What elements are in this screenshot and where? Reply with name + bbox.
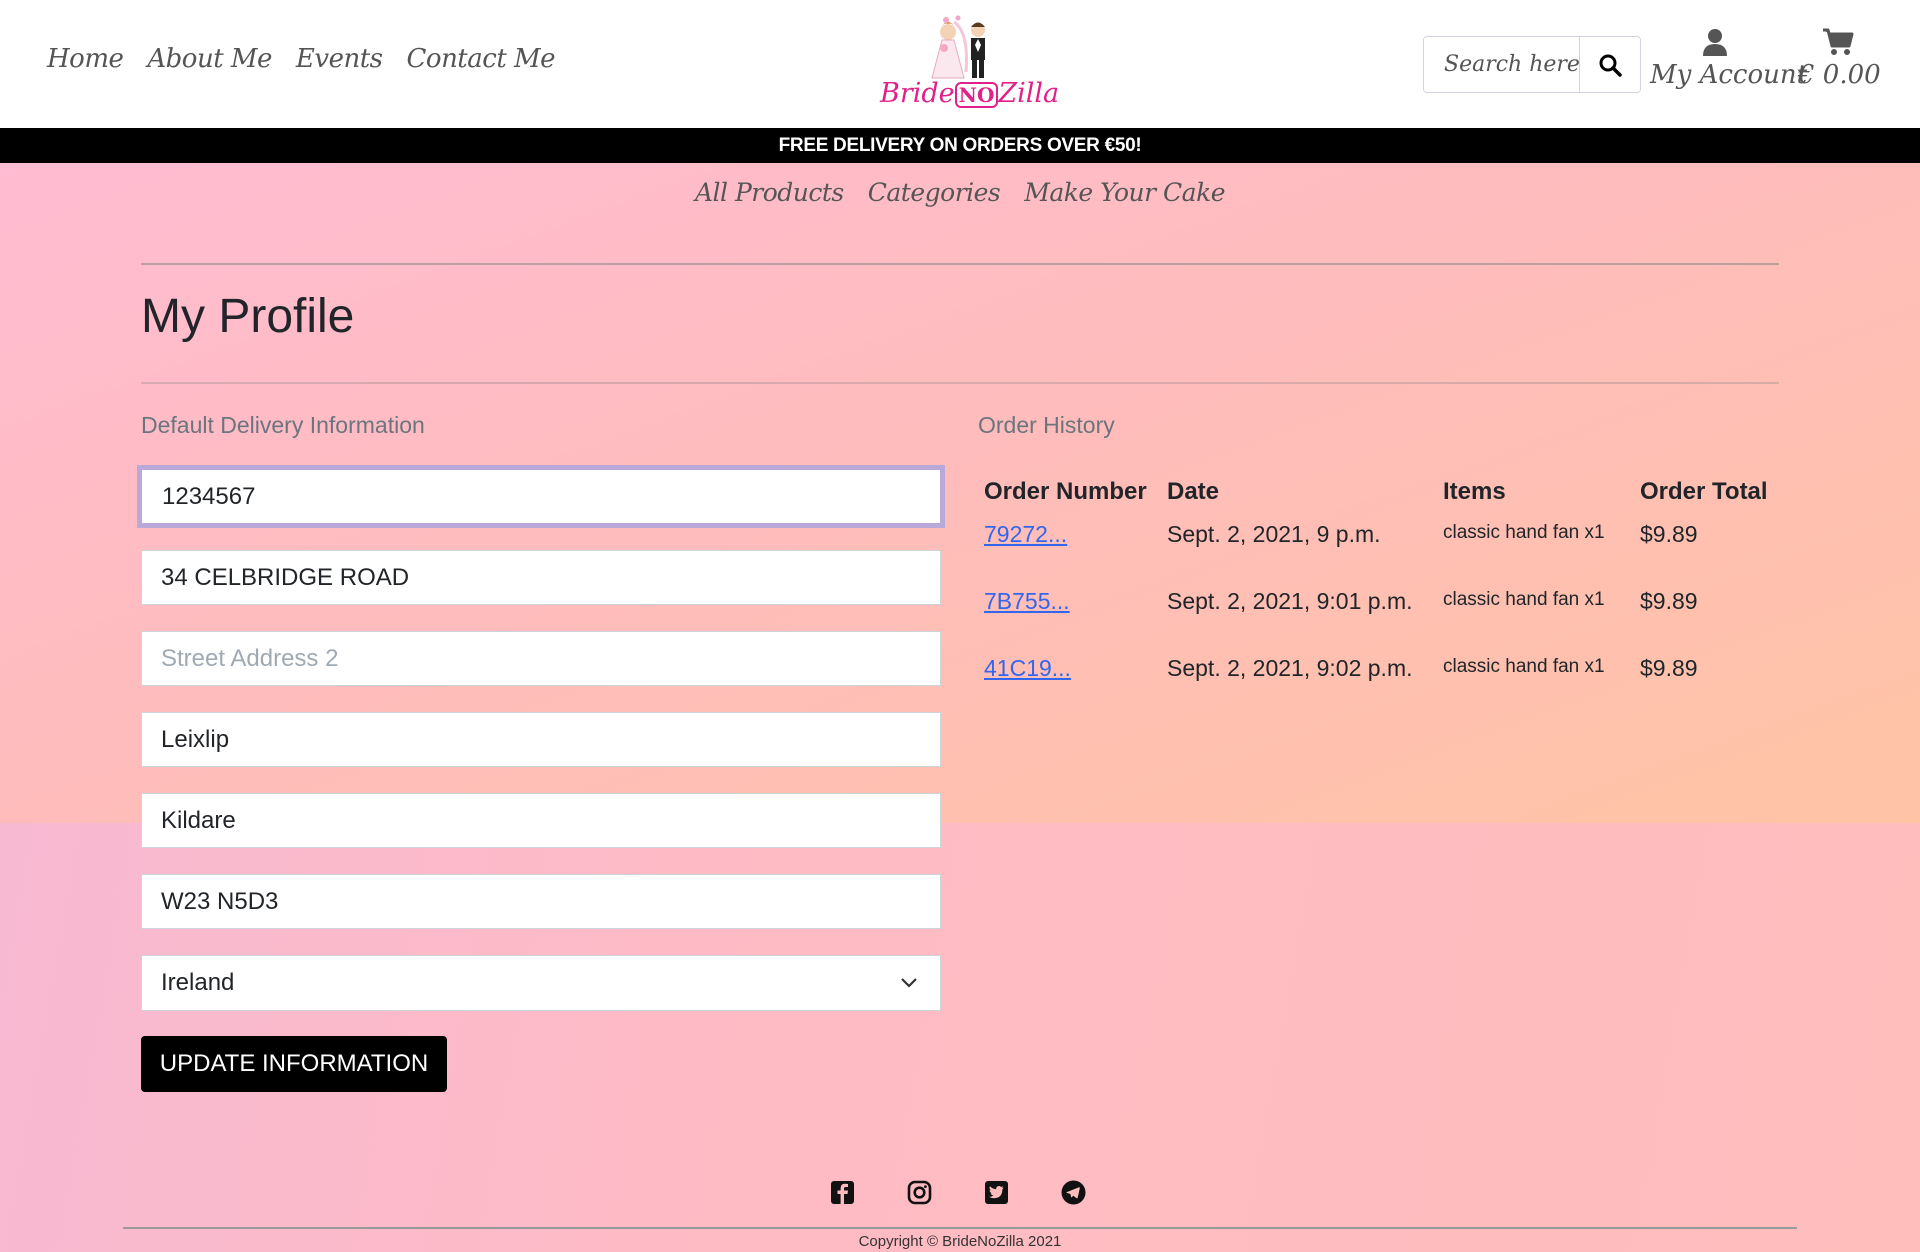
all-products-link[interactable]: All Products [695,178,844,207]
logo-text: Bride NO Zilla [880,78,1060,109]
street-address-2-field[interactable]: Street Address 2 [141,631,941,686]
order-history-table: Order Number Date Items Order Total 7927… [978,470,1774,715]
my-account-label: My Account [1650,60,1808,90]
social-links [830,1180,1086,1205]
column-header-date: Date [1167,478,1220,505]
copyright-text: Copyright © BrideNoZilla 2021 [858,1233,1062,1250]
cart-total: € 0.00 [1798,60,1881,90]
instagram-icon[interactable] [907,1180,932,1205]
nav-about-link[interactable]: About Me [147,44,272,74]
country-select[interactable]: Ireland [141,955,941,1011]
column-header-order-number: Order Number [984,478,1147,505]
main-nav: Home About Me Events Contact Me [47,44,556,74]
town-city-field[interactable]: Leixlip [141,712,941,767]
site-header: Home About Me Events Contact Me Bride NO Z… [0,0,1920,128]
telegram-icon[interactable] [1061,1180,1086,1205]
footer-divider [123,1227,1797,1229]
phone-number-field[interactable]: 1234567 [137,465,945,528]
county-field[interactable]: Kildare [141,793,941,848]
chevron-down-icon [901,978,917,988]
product-nav: All Products Categories Make Your Cake [0,178,1920,207]
order-items: classic hand fan x1 [1443,589,1605,610]
search-icon [1599,54,1622,77]
order-date: Sept. 2, 2021, 9:01 p.m. [1167,588,1413,614]
search-form [1423,36,1641,93]
cart-link[interactable]: € 0.00 [1798,28,1881,90]
column-header-order-total: Order Total [1640,478,1768,505]
order-items: classic hand fan x1 [1443,522,1605,543]
postcode-field[interactable]: W23 N5D3 [141,874,941,929]
update-information-button[interactable]: UPDATE INFORMATION [141,1036,447,1092]
order-number-link[interactable]: 7B755... [984,588,1070,614]
categories-link[interactable]: Categories [868,178,1001,207]
my-account-link[interactable]: My Account [1650,28,1808,90]
order-total: $9.89 [1640,521,1698,547]
site-logo[interactable]: Bride NO Zilla [874,12,1059,116]
order-date: Sept. 2, 2021, 9:02 p.m. [1167,655,1413,681]
nav-contact-link[interactable]: Contact Me [407,44,556,74]
country-select-value: Ireland [161,969,235,996]
table-row: 7B755... Sept. 2, 2021, 9:01 p.m. classi… [978,581,1774,648]
user-icon [1703,29,1727,56]
table-row: 41C19... Sept. 2, 2021, 9:02 p.m. classi… [978,648,1774,715]
street-address-1-field[interactable]: 34 CELBRIDGE ROAD [141,550,941,605]
order-items: classic hand fan x1 [1443,656,1605,677]
order-date: Sept. 2, 2021, 9 p.m. [1167,521,1381,547]
search-button[interactable] [1579,37,1640,92]
divider-title [141,382,1779,384]
nav-home-link[interactable]: Home [47,44,124,74]
order-number-link[interactable]: 41C19... [984,655,1071,681]
twitter-icon[interactable] [984,1180,1009,1205]
table-header-row: Order Number Date Items Order Total [978,470,1774,514]
delivery-info-title: Default Delivery Information [141,412,425,438]
divider-top [141,263,1779,265]
order-number-link[interactable]: 79272... [984,521,1067,547]
nav-events-link[interactable]: Events [296,44,383,74]
search-input[interactable] [1424,37,1579,92]
page-title: My Profile [141,290,355,343]
facebook-icon[interactable] [830,1180,855,1205]
table-row: 79272... Sept. 2, 2021, 9 p.m. classic h… [978,514,1774,581]
shopping-cart-icon [1823,28,1854,55]
order-total: $9.89 [1640,588,1698,614]
make-your-cake-link[interactable]: Make Your Cake [1024,178,1225,207]
order-history-title: Order History [978,412,1115,438]
order-total: $9.89 [1640,655,1698,681]
free-delivery-banner: FREE DELIVERY ON ORDERS OVER €50! [0,128,1920,163]
column-header-items: Items [1443,478,1506,505]
bride-groom-logo-icon [931,15,985,79]
